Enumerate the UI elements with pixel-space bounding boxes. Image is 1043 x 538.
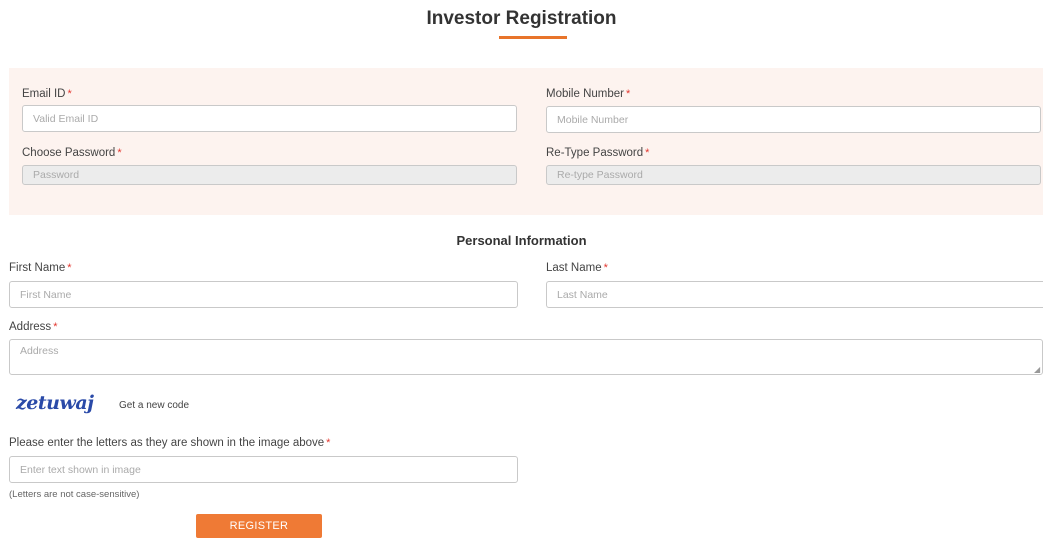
required-marker: * xyxy=(67,88,72,100)
captcha-input[interactable]: Enter text shown in image xyxy=(9,456,518,483)
address-label-text: Address xyxy=(9,321,52,333)
address-placeholder: Address xyxy=(20,345,59,357)
mobile-field[interactable]: Mobile Number xyxy=(546,106,1041,133)
title-underline xyxy=(499,36,567,39)
first-name-label: First Name * xyxy=(9,262,72,274)
email-label: Email ID * xyxy=(22,88,72,100)
email-field[interactable]: Valid Email ID xyxy=(22,105,517,132)
retype-password-label: Re-Type Password * xyxy=(546,147,649,159)
retype-placeholder: Re-type Password xyxy=(557,169,643,181)
email-placeholder: Valid Email ID xyxy=(33,113,99,125)
password-placeholder: Password xyxy=(33,169,80,181)
password-label: Choose Password * xyxy=(22,147,122,159)
address-textarea[interactable]: Address ◢ xyxy=(9,339,1043,375)
password-field[interactable]: Password xyxy=(22,165,517,185)
password-label-text: Choose Password xyxy=(22,147,116,159)
page-title: Investor Registration xyxy=(426,8,617,29)
captcha-placeholder: Enter text shown in image xyxy=(20,464,141,476)
last-name-placeholder: Last Name xyxy=(557,289,608,301)
mobile-label-text: Mobile Number xyxy=(546,88,624,100)
captcha-prompt-label: Please enter the letters as they are sho… xyxy=(9,437,330,449)
retype-label-text: Re-Type Password xyxy=(546,147,644,159)
required-marker: * xyxy=(645,147,650,159)
first-name-placeholder: First Name xyxy=(20,289,72,301)
last-name-field[interactable]: Last Name xyxy=(546,281,1043,308)
required-marker: * xyxy=(117,147,122,159)
required-marker: * xyxy=(53,321,58,333)
mobile-label: Mobile Number * xyxy=(546,88,630,100)
captcha-prompt-text: Please enter the letters as they are sho… xyxy=(9,437,325,449)
personal-info-heading: Personal Information xyxy=(456,233,587,248)
retype-password-field[interactable]: Re-type Password xyxy=(546,165,1041,185)
required-marker: * xyxy=(603,262,608,274)
required-marker: * xyxy=(625,88,631,100)
required-marker: * xyxy=(326,437,331,449)
mobile-placeholder: Mobile Number xyxy=(557,114,629,126)
account-details-panel xyxy=(9,68,1043,215)
email-label-text: Email ID xyxy=(22,88,66,100)
captcha-image: zetuwaj xyxy=(16,392,94,414)
new-code-link[interactable]: Get a new code xyxy=(119,400,189,411)
required-marker: * xyxy=(67,262,72,274)
case-hint: (Letters are not case-sensitive) xyxy=(9,489,140,500)
last-name-label-text: Last Name xyxy=(546,262,602,274)
address-label: Address * xyxy=(9,321,57,333)
register-button[interactable]: REGISTER xyxy=(196,514,322,538)
first-name-field[interactable]: First Name xyxy=(9,281,518,308)
first-name-label-text: First Name xyxy=(9,262,66,274)
resize-grip-icon[interactable]: ◢ xyxy=(1034,366,1041,374)
last-name-label: Last Name * xyxy=(546,262,608,274)
